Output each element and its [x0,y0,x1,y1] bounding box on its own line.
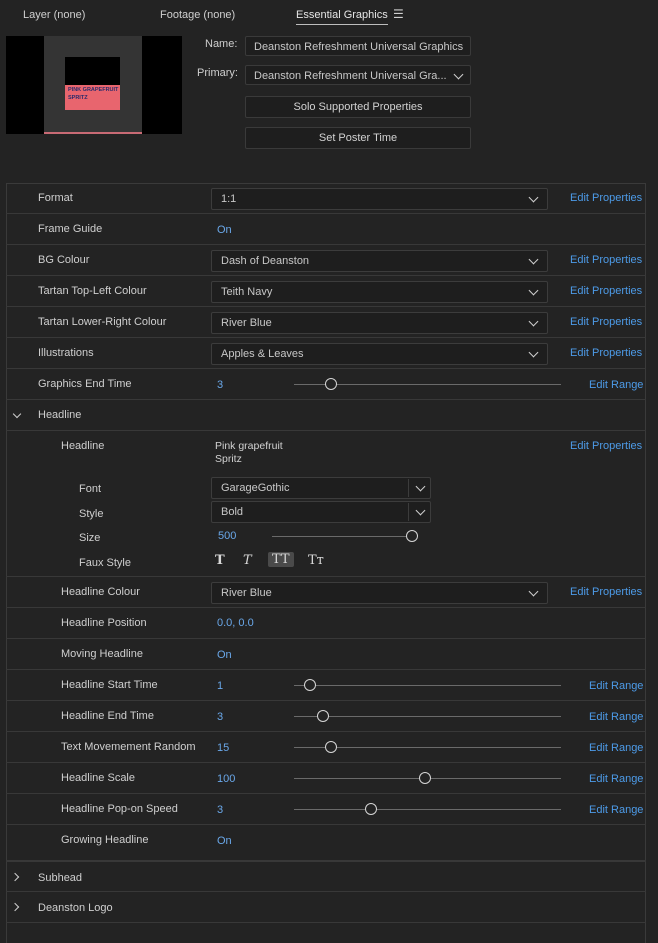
tab-layer[interactable]: Layer (none) [23,9,85,21]
primary-composition-dropdown[interactable]: Deanston Refreshment Universal Gra... [245,65,471,85]
faux-small-caps-button[interactable]: Tт [308,553,324,568]
group-header-deanston-logo[interactable]: Deanston Logo [6,892,646,923]
chevron-down-icon [415,481,426,492]
headline-scale-value[interactable]: 100 [217,773,235,785]
tab-essential-graphics[interactable]: Essential Graphics [296,9,388,25]
edit-range-link[interactable]: Edit Range [589,379,643,391]
size-value[interactable]: 500 [218,530,236,542]
property-row-format: Format 1:1 Edit Properties [6,183,646,214]
headline-text-value[interactable]: Pink grapefruit Spritz [215,440,283,466]
edit-properties-link[interactable]: Edit Properties [570,347,642,359]
slider-thumb[interactable] [325,378,338,390]
faux-all-caps-button[interactable]: TT [268,552,294,567]
edit-properties-link[interactable]: Edit Properties [570,285,642,297]
headline-end-time-value[interactable]: 3 [217,711,223,723]
edit-range-link[interactable]: Edit Range [589,711,643,723]
template-name-field[interactable]: Deanston Refreshment Universal Graphics [245,36,471,56]
template-preview: PINK GRAPEFRUIT SPRITZ [6,36,182,134]
edit-range-link[interactable]: Edit Range [589,742,643,754]
edit-properties-link[interactable]: Edit Properties [570,316,642,328]
tartan-lower-right-dropdown[interactable]: River Blue [211,312,548,334]
slider-thumb[interactable] [317,710,330,722]
preview-headline-card: PINK GRAPEFRUIT SPRITZ [65,85,120,110]
slider-track [294,716,561,717]
property-row-tartan-top-left: Tartan Top-Left Colour Teith Navy Edit P… [6,276,646,307]
edit-range-link[interactable]: Edit Range [589,804,643,816]
slider-track [294,809,561,810]
headline-start-time-value[interactable]: 1 [217,680,223,692]
illustrations-dropdown[interactable]: Apples & Leaves [211,343,548,365]
format-dropdown[interactable]: 1:1 [211,188,548,210]
text-movement-random-value[interactable]: 15 [217,742,229,754]
property-row-text-movement-random: Text Movemement Random 15 Edit Range [6,732,646,763]
primary-label: Primary: [197,67,238,79]
chevron-down-icon [528,192,539,203]
tartan-top-left-dropdown[interactable]: Teith Navy [211,281,548,303]
style-dropdown[interactable]: Bold [211,501,431,523]
property-row-frame-guide: Frame Guide On [6,214,646,245]
property-row-headline-end-time: Headline End Time 3 Edit Range [6,701,646,732]
edit-range-link[interactable]: Edit Range [589,773,643,785]
edit-range-link[interactable]: Edit Range [589,680,643,692]
property-row-headline-colour: Headline Colour River Blue Edit Properti… [6,577,646,608]
panel-tabs: Layer (none) Footage (none) Essential Gr… [0,0,658,32]
property-row-graphics-end-time: Graphics End Time 3 Edit Range [6,369,646,400]
chevron-down-icon [415,505,426,516]
edit-properties-link[interactable]: Edit Properties [570,192,642,204]
chevron-down-icon[interactable] [12,409,22,419]
property-row-tartan-lower-right: Tartan Lower-Right Colour River Blue Edi… [6,307,646,338]
slider-thumb[interactable] [365,803,378,815]
moving-headline-toggle[interactable]: On [217,649,232,661]
growing-headline-toggle[interactable]: On [217,835,232,847]
slider-thumb[interactable] [418,772,431,784]
edit-properties-link[interactable]: Edit Properties [570,440,642,452]
font-dropdown[interactable]: GarageGothic [211,477,431,499]
property-row-headline-scale: Headline Scale 100 Edit Range [6,763,646,794]
faux-italic-button[interactable]: T [243,553,252,568]
tab-footage[interactable]: Footage (none) [160,9,235,21]
group-header-headline[interactable]: Headline [6,400,646,431]
chevron-right-icon[interactable] [10,902,20,912]
chevron-down-icon [528,586,539,597]
chevron-down-icon [453,69,464,80]
graphics-end-time-value[interactable]: 3 [217,379,223,391]
chevron-down-icon [528,254,539,265]
property-row-illustrations: Illustrations Apples & Leaves Edit Prope… [6,338,646,369]
property-row-growing-headline: Growing Headline On [6,825,646,861]
property-row-bg-colour: BG Colour Dash of Deanston Edit Properti… [6,245,646,276]
bg-colour-dropdown[interactable]: Dash of Deanston [211,250,548,272]
property-row-headline-start-time: Headline Start Time 1 Edit Range [6,670,646,701]
faux-bold-button[interactable]: T [215,553,225,568]
property-row-headline-pop-on-speed: Headline Pop-on Speed 3 Edit Range [6,794,646,825]
headline-pop-on-speed-value[interactable]: 3 [217,804,223,816]
set-poster-time-button[interactable]: Set Poster Time [245,127,471,149]
property-row-moving-headline: Moving Headline On [6,639,646,670]
edit-properties-link[interactable]: Edit Properties [570,254,642,266]
edit-properties-link[interactable]: Edit Properties [570,586,642,598]
slider-thumb[interactable] [325,741,338,753]
headline-colour-dropdown[interactable]: River Blue [211,582,548,604]
chevron-down-icon [528,285,539,296]
slider-thumb[interactable] [406,530,418,542]
headline-position-value[interactable]: 0.0, 0.0 [217,617,254,629]
slider-track [272,536,412,537]
slider-thumb[interactable] [304,679,317,691]
frame-guide-toggle[interactable]: On [217,224,232,236]
chevron-right-icon[interactable] [10,872,20,882]
group-header-subhead[interactable]: Subhead [6,861,646,892]
property-row-headline-position: Headline Position 0.0, 0.0 [6,608,646,639]
panel-menu-icon[interactable]: ☰ [393,7,404,21]
name-label: Name: [205,38,238,50]
solo-supported-properties-button[interactable]: Solo Supported Properties [245,96,471,118]
chevron-down-icon [528,347,539,358]
property-row-headline-text: Headline Pink grapefruit Spritz Edit Pro… [6,431,646,577]
chevron-down-icon [528,316,539,327]
slider-track [294,685,561,686]
